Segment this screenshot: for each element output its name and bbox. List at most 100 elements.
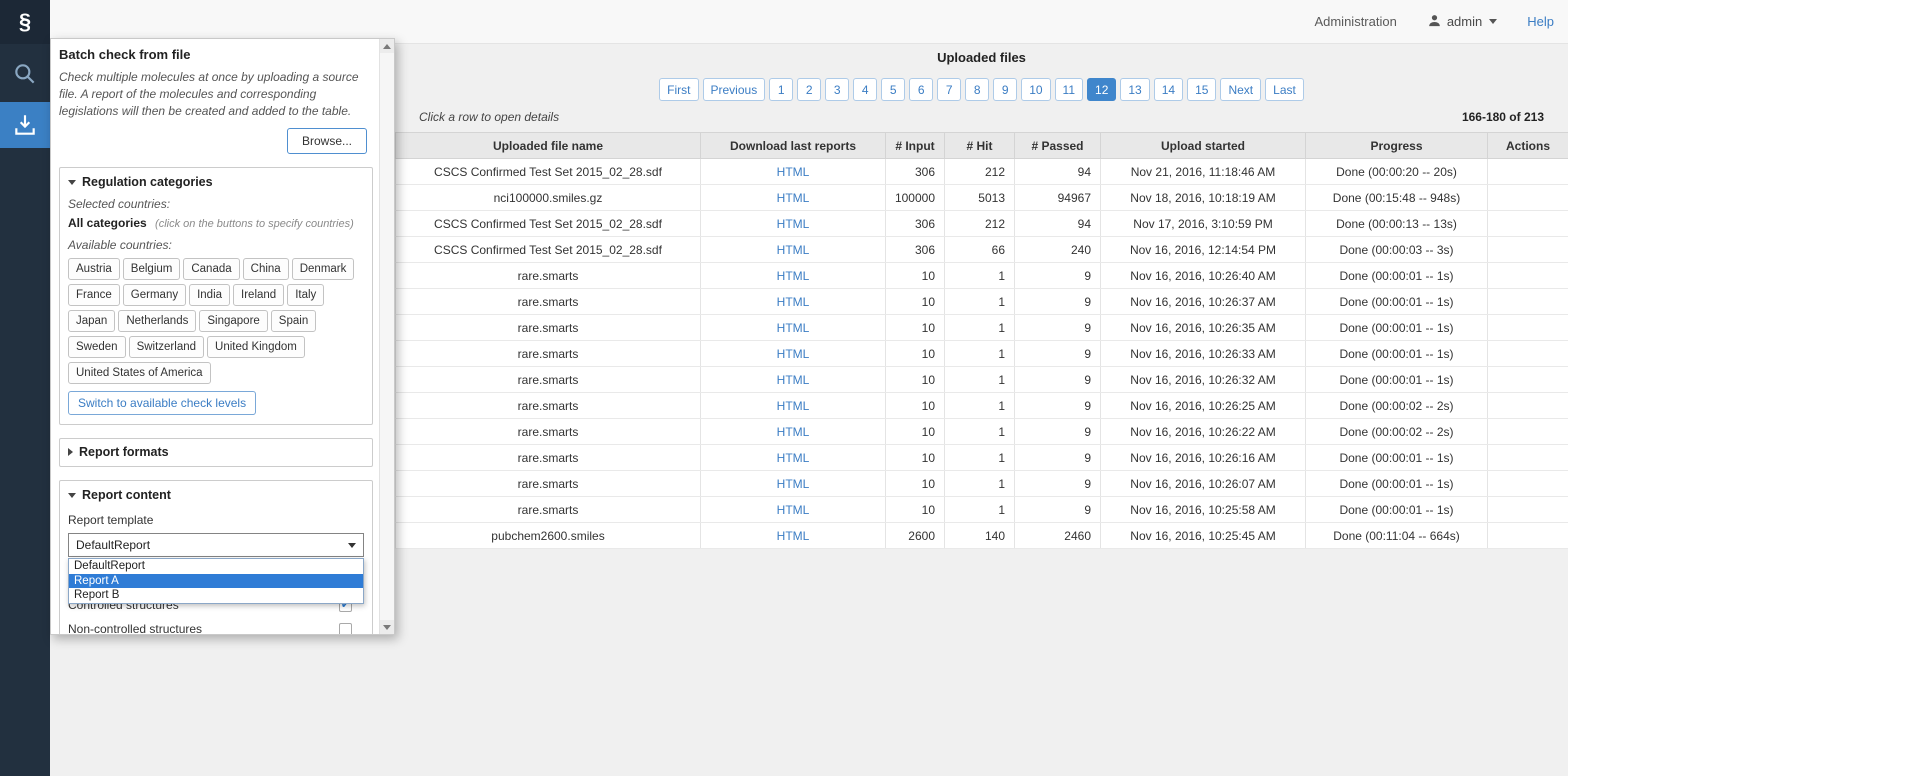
template-option-report-b[interactable]: Report B xyxy=(69,588,363,603)
table-row[interactable]: rare.smartsHTML1019Nov 16, 2016, 10:26:3… xyxy=(396,367,1569,393)
report-link[interactable]: HTML xyxy=(777,191,810,205)
column-header-upload-started[interactable]: Upload started xyxy=(1101,133,1306,159)
page-button-14[interactable]: 14 xyxy=(1154,78,1183,101)
country-button-denmark[interactable]: Denmark xyxy=(292,258,355,280)
country-button-netherlands[interactable]: Netherlands xyxy=(118,310,196,332)
page-button-8[interactable]: 8 xyxy=(965,78,989,101)
country-button-china[interactable]: China xyxy=(243,258,289,280)
section-header-report-content[interactable]: Report content xyxy=(68,488,364,502)
table-cell xyxy=(1488,393,1569,419)
section-header-regulation[interactable]: Regulation categories xyxy=(68,175,364,189)
table-row[interactable]: rare.smartsHTML1019Nov 16, 2016, 10:26:0… xyxy=(396,471,1569,497)
table-row[interactable]: rare.smartsHTML1019Nov 16, 2016, 10:26:3… xyxy=(396,341,1569,367)
help-link[interactable]: Help xyxy=(1527,14,1554,29)
report-link[interactable]: HTML xyxy=(777,217,810,231)
report-link[interactable]: HTML xyxy=(777,425,810,439)
report-link[interactable]: HTML xyxy=(777,529,810,543)
table-row[interactable]: rare.smartsHTML1019Nov 16, 2016, 10:26:4… xyxy=(396,263,1569,289)
column-header-progress[interactable]: Progress xyxy=(1306,133,1488,159)
column-header-passed[interactable]: # Passed xyxy=(1015,133,1101,159)
country-button-spain[interactable]: Spain xyxy=(271,310,316,332)
page-button-13[interactable]: 13 xyxy=(1120,78,1149,101)
column-header-uploaded-file-name[interactable]: Uploaded file name xyxy=(396,133,701,159)
country-button-belgium[interactable]: Belgium xyxy=(123,258,181,280)
page-button-5[interactable]: 5 xyxy=(881,78,905,101)
country-button-india[interactable]: India xyxy=(189,284,230,306)
country-button-switzerland[interactable]: Switzerland xyxy=(129,336,204,358)
column-header-actions[interactable]: Actions xyxy=(1488,133,1569,159)
report-template-select[interactable]: DefaultReport xyxy=(68,533,364,557)
page-button-1[interactable]: 1 xyxy=(769,78,793,101)
report-link[interactable]: HTML xyxy=(777,373,810,387)
page-button-9[interactable]: 9 xyxy=(993,78,1017,101)
country-button-austria[interactable]: Austria xyxy=(68,258,120,280)
table-cell xyxy=(1488,237,1569,263)
report-link[interactable]: HTML xyxy=(777,321,810,335)
table-row[interactable]: rare.smartsHTML1019Nov 16, 2016, 10:26:1… xyxy=(396,445,1569,471)
country-button-ireland[interactable]: Ireland xyxy=(233,284,284,306)
table-row[interactable]: CSCS Confirmed Test Set 2015_02_28.sdfHT… xyxy=(396,237,1569,263)
report-link[interactable]: HTML xyxy=(777,477,810,491)
table-row[interactable]: rare.smartsHTML1019Nov 16, 2016, 10:25:5… xyxy=(396,497,1569,523)
country-button-germany[interactable]: Germany xyxy=(123,284,186,306)
checkbox-non-controlled-structures[interactable] xyxy=(339,623,352,634)
page-button-last[interactable]: Last xyxy=(1265,78,1304,101)
table-row[interactable]: rare.smartsHTML1019Nov 16, 2016, 10:26:3… xyxy=(396,315,1569,341)
scroll-down-arrow-icon[interactable] xyxy=(380,620,394,634)
table-row[interactable]: rare.smartsHTML1019Nov 16, 2016, 10:26:2… xyxy=(396,393,1569,419)
sidebar-item-batch-check[interactable] xyxy=(0,102,50,148)
browse-button[interactable]: Browse... xyxy=(287,128,367,154)
column-header-input[interactable]: # Input xyxy=(886,133,945,159)
administration-link[interactable]: Administration xyxy=(1314,14,1396,29)
table-row[interactable]: CSCS Confirmed Test Set 2015_02_28.sdfHT… xyxy=(396,211,1569,237)
country-button-canada[interactable]: Canada xyxy=(183,258,239,280)
table-row[interactable]: pubchem2600.smilesHTML26001402460Nov 16,… xyxy=(396,523,1569,549)
table-cell: HTML xyxy=(701,445,886,471)
country-button-singapore[interactable]: Singapore xyxy=(199,310,267,332)
table-row[interactable]: rare.smartsHTML1019Nov 16, 2016, 10:26:3… xyxy=(396,289,1569,315)
table-cell xyxy=(1488,159,1569,185)
table-row[interactable]: rare.smartsHTML1019Nov 16, 2016, 10:26:2… xyxy=(396,419,1569,445)
table-cell: Nov 16, 2016, 10:26:35 AM xyxy=(1101,315,1306,341)
report-link[interactable]: HTML xyxy=(777,399,810,413)
report-link[interactable]: HTML xyxy=(777,243,810,257)
country-button-sweden[interactable]: Sweden xyxy=(68,336,126,358)
column-header-hit[interactable]: # Hit xyxy=(945,133,1015,159)
page-button-4[interactable]: 4 xyxy=(853,78,877,101)
table-cell: CSCS Confirmed Test Set 2015_02_28.sdf xyxy=(396,159,701,185)
report-link[interactable]: HTML xyxy=(777,451,810,465)
report-link[interactable]: HTML xyxy=(777,347,810,361)
report-link[interactable]: HTML xyxy=(777,295,810,309)
page-button-first[interactable]: First xyxy=(659,78,698,101)
template-option-defaultreport[interactable]: DefaultReport xyxy=(69,559,363,574)
template-option-report-a[interactable]: Report A xyxy=(69,574,363,589)
country-button-japan[interactable]: Japan xyxy=(68,310,115,332)
page-button-6[interactable]: 6 xyxy=(909,78,933,101)
report-link[interactable]: HTML xyxy=(777,269,810,283)
page-button-previous[interactable]: Previous xyxy=(703,78,766,101)
page-button-15[interactable]: 15 xyxy=(1187,78,1216,101)
page-button-7[interactable]: 7 xyxy=(937,78,961,101)
scroll-up-arrow-icon[interactable] xyxy=(380,39,394,53)
section-report-formats: Report formats xyxy=(59,438,373,467)
report-link[interactable]: HTML xyxy=(777,165,810,179)
country-button-united-kingdom[interactable]: United Kingdom xyxy=(207,336,305,358)
page-button-10[interactable]: 10 xyxy=(1021,78,1050,101)
switch-check-levels-button[interactable]: Switch to available check levels xyxy=(68,391,256,415)
sidebar-item-search[interactable] xyxy=(0,52,50,96)
section-header-report-formats[interactable]: Report formats xyxy=(68,445,364,459)
country-button-italy[interactable]: Italy xyxy=(287,284,324,306)
country-button-united-states-of-america[interactable]: United States of America xyxy=(68,362,211,384)
country-button-france[interactable]: France xyxy=(68,284,120,306)
page-button-12[interactable]: 12 xyxy=(1087,78,1116,101)
page-button-11[interactable]: 11 xyxy=(1055,78,1083,101)
table-row[interactable]: CSCS Confirmed Test Set 2015_02_28.sdf HT… xyxy=(396,159,1569,185)
panel-scrollbar[interactable] xyxy=(379,39,394,634)
report-link[interactable]: HTML xyxy=(777,503,810,517)
table-row[interactable]: nci100000.smiles.gzHTML100000501394967No… xyxy=(396,185,1569,211)
user-menu[interactable]: admin xyxy=(1427,13,1497,31)
page-button-2[interactable]: 2 xyxy=(797,78,821,101)
column-header-download-last-reports[interactable]: Download last reports xyxy=(701,133,886,159)
page-button-3[interactable]: 3 xyxy=(825,78,849,101)
page-button-next[interactable]: Next xyxy=(1220,78,1261,101)
